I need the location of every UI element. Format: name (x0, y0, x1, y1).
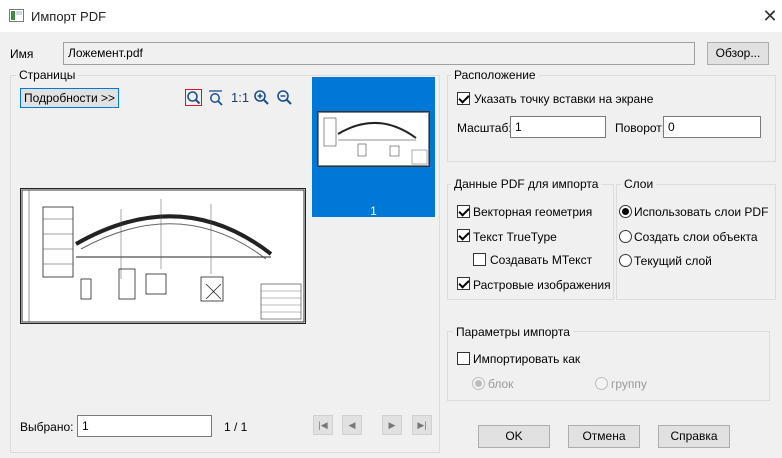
thumbnail-image (317, 111, 430, 167)
placement-legend: Расположение (451, 68, 539, 82)
zoom-extents-icon[interactable] (207, 89, 224, 106)
cancel-button[interactable]: Отмена (568, 425, 640, 448)
vector-geometry-checkbox[interactable] (457, 205, 470, 218)
pdf-data-legend: Данные PDF для импорта (451, 177, 602, 191)
last-page-icon[interactable]: ▶| (412, 415, 432, 435)
current-layer-label: Текущий слой (634, 254, 712, 268)
help-button[interactable]: Справка (658, 425, 730, 448)
vector-geometry-label: Векторная геометрия (473, 205, 593, 219)
zoom-out-icon[interactable] (276, 89, 293, 106)
next-page-icon[interactable]: ▶ (382, 415, 402, 435)
rotation-field[interactable]: 0 (663, 116, 761, 138)
file-name-label: Имя (10, 47, 34, 61)
selected-label: Выбрано: (20, 420, 74, 434)
create-object-layers-label: Создать слои объекта (634, 230, 758, 244)
pages-legend: Страницы (16, 68, 79, 82)
raster-images-label: Растровые изображения (473, 278, 611, 292)
first-page-icon[interactable]: |◀ (313, 415, 333, 435)
use-pdf-layers-label: Использовать слои PDF (634, 205, 769, 219)
import-params-legend: Параметры импорта (453, 325, 573, 339)
import-as-label: Импортировать как (473, 352, 581, 366)
ok-button[interactable]: OK (478, 425, 550, 448)
title-bar (0, 0, 782, 32)
prev-page-icon[interactable]: ◀ (342, 415, 362, 435)
drawing-preview-image (21, 189, 305, 323)
raster-images-checkbox[interactable] (457, 277, 470, 290)
scale-field[interactable]: 1 (510, 116, 606, 138)
import-as-checkbox[interactable] (457, 352, 470, 365)
use-pdf-layers-radio[interactable] (619, 205, 632, 218)
layers-legend: Слои (621, 177, 657, 191)
page-preview (20, 188, 306, 324)
browse-button[interactable]: Обзор... (707, 42, 769, 65)
current-layer-radio[interactable] (619, 254, 632, 267)
scale-label: Масштаб: (457, 121, 512, 135)
create-mtext-checkbox[interactable] (473, 253, 486, 266)
specify-on-screen-checkbox[interactable] (457, 92, 470, 105)
details-button[interactable]: Подробности >> (20, 88, 119, 108)
truetype-text-checkbox[interactable] (457, 229, 470, 242)
import-as-block-radio[interactable] (472, 377, 485, 390)
import-as-group-radio[interactable] (595, 377, 608, 390)
import-as-block-label: блок (488, 377, 514, 391)
create-mtext-label: Создавать МТекст (490, 253, 593, 267)
import-as-group-label: группу (611, 377, 647, 391)
thumbnail-page-number: 1 (370, 204, 377, 218)
close-icon[interactable]: ✕ (758, 4, 782, 28)
page-count: 1 / 1 (224, 420, 248, 434)
zoom-1to1-icon[interactable]: 1:1 (231, 90, 249, 105)
app-icon (9, 9, 24, 22)
zoom-region-icon[interactable] (185, 89, 202, 106)
specify-on-screen-label: Указать точку вставки на экране (474, 92, 654, 106)
zoom-in-icon[interactable] (253, 89, 270, 106)
rotation-label: Поворот: (615, 121, 666, 135)
page-thumbnail[interactable]: 1 (312, 77, 435, 218)
create-object-layers-radio[interactable] (619, 230, 632, 243)
truetype-text-label: Текст TrueType (473, 230, 557, 244)
window-title: Импорт PDF (31, 9, 107, 24)
selected-pages-field[interactable]: 1 (77, 415, 212, 437)
file-name-field[interactable]: Ложемент.pdf (63, 42, 695, 65)
